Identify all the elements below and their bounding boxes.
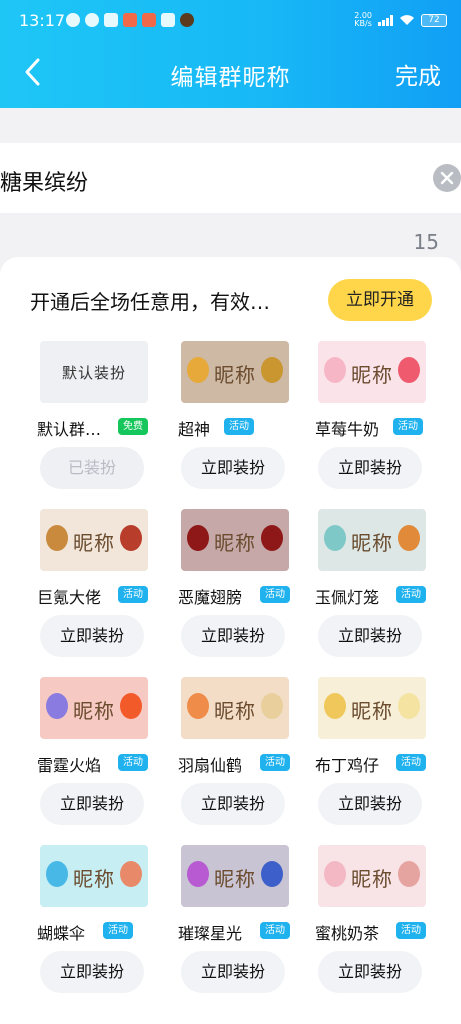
style-name: 布丁鸡仔	[315, 756, 380, 775]
preview-text: 昵称	[351, 867, 393, 891]
status-badge: 活动	[396, 586, 426, 603]
apply-style-button[interactable]: 立即装扮	[181, 783, 285, 825]
app-notification-icon	[142, 13, 156, 27]
status-badge: 活动	[118, 754, 148, 771]
clear-button[interactable]	[433, 164, 461, 192]
style-preview-card[interactable]: 昵称	[318, 509, 426, 571]
style-preview-card[interactable]: 昵称	[181, 677, 289, 739]
style-item[interactable]: 默认装扮默认群… 免费已装扮	[37, 341, 177, 501]
app-notification-icon	[85, 13, 99, 27]
style-preview-card[interactable]: 昵称	[318, 677, 426, 739]
apply-style-button[interactable]: 立即装扮	[181, 951, 285, 993]
apply-style-button[interactable]: 立即装扮	[318, 615, 422, 657]
network-speed: 2.00 KB/s	[354, 11, 372, 28]
style-name: 璀璨星光	[178, 924, 243, 943]
status-badge: 活动	[118, 586, 148, 603]
apply-style-button[interactable]: 立即装扮	[40, 615, 144, 657]
apply-style-button[interactable]: 立即装扮	[181, 447, 285, 489]
apply-style-button[interactable]: 立即装扮	[318, 783, 422, 825]
style-preview-card[interactable]: 昵称	[40, 509, 148, 571]
notification-icons	[66, 13, 194, 27]
style-name: 蝴蝶伞	[37, 924, 86, 943]
status-time: 13:17	[19, 11, 66, 30]
preview-text: 昵称	[351, 363, 393, 387]
app-notification-icon	[66, 13, 80, 27]
preview-text: 默认装扮	[61, 364, 126, 382]
style-name: 巨氪大佬	[37, 588, 102, 607]
style-item[interactable]: 昵称草莓牛奶 活动立即装扮	[315, 341, 455, 501]
style-preview-card[interactable]: 昵称	[40, 845, 148, 907]
status-right: 2.00 KB/s 72	[354, 12, 447, 28]
app-notification-icon	[123, 13, 137, 27]
style-preview-card[interactable]: 昵称	[181, 341, 289, 403]
style-item[interactable]: 昵称玉佩灯笼 活动立即装扮	[315, 509, 455, 669]
style-preview-card[interactable]: 昵称	[318, 845, 426, 907]
style-name: 蜜桃奶茶	[315, 924, 380, 943]
style-preview-card[interactable]: 昵称	[40, 677, 148, 739]
status-badge: 活动	[260, 754, 290, 771]
apply-style-button[interactable]: 立即装扮	[181, 615, 285, 657]
style-item[interactable]: 昵称雷霆火焰 活动立即装扮	[37, 677, 177, 837]
preview-text: 昵称	[351, 531, 393, 555]
signal-icon	[378, 14, 393, 26]
promo-text: 开通后全场任意用，有效…	[30, 290, 270, 314]
status-badge: 活动	[393, 418, 423, 435]
preview-text: 昵称	[214, 867, 256, 891]
style-name: 雷霆火焰	[37, 756, 102, 775]
close-icon	[440, 171, 454, 185]
app-notification-icon	[180, 13, 194, 27]
apply-style-button[interactable]: 立即装扮	[318, 447, 422, 489]
preview-text: 昵称	[214, 363, 256, 387]
battery-icon: 72	[421, 13, 447, 27]
status-badge: 活动	[260, 586, 290, 603]
open-membership-button[interactable]: 立即开通	[328, 279, 432, 321]
style-name: 默认群…	[37, 420, 102, 439]
preview-text: 昵称	[214, 699, 256, 723]
preview-text: 昵称	[73, 699, 115, 723]
style-name: 恶魔翅膀	[178, 588, 243, 607]
style-name: 超神	[178, 420, 211, 439]
header-bar: 13:17 2.00 KB/s 72 编辑群昵称 完成	[0, 0, 461, 108]
nickname-input-row: 糖果缤纷	[0, 143, 461, 213]
done-button[interactable]: 完成	[395, 57, 441, 91]
apply-style-button[interactable]: 立即装扮	[40, 783, 144, 825]
telegram-icon	[104, 13, 118, 27]
preview-text: 昵称	[214, 531, 256, 555]
page-title: 编辑群昵称	[170, 65, 291, 91]
style-item[interactable]: 昵称恶魔翅膀 活动立即装扮	[178, 509, 318, 669]
preview-text: 昵称	[73, 867, 115, 891]
status-badge: 活动	[260, 922, 290, 939]
style-item[interactable]: 昵称蝴蝶伞 活动立即装扮	[37, 845, 177, 1005]
style-name: 羽扇仙鹤	[178, 756, 243, 775]
style-name: 玉佩灯笼	[315, 588, 380, 607]
style-item[interactable]: 昵称巨氪大佬 活动立即装扮	[37, 509, 177, 669]
style-item[interactable]: 昵称布丁鸡仔 活动立即装扮	[315, 677, 455, 837]
style-preview-card[interactable]: 默认装扮	[40, 341, 148, 403]
style-item[interactable]: 昵称蜜桃奶茶 活动立即装扮	[315, 845, 455, 1005]
status-badge: 活动	[396, 754, 426, 771]
style-item[interactable]: 昵称璀璨星光 活动立即装扮	[178, 845, 318, 1005]
status-badge: 活动	[224, 418, 254, 435]
status-badge: 活动	[396, 922, 426, 939]
status-badge: 免费	[118, 418, 148, 435]
style-item[interactable]: 昵称羽扇仙鹤 活动立即装扮	[178, 677, 318, 837]
char-counter: 15	[413, 230, 439, 254]
style-name: 草莓牛奶	[315, 420, 380, 439]
style-preview-card[interactable]: 昵称	[318, 341, 426, 403]
preview-text: 昵称	[73, 531, 115, 555]
app-notification-icon	[161, 13, 175, 27]
style-item[interactable]: 昵称超神 活动立即装扮	[178, 341, 318, 501]
applied-button[interactable]: 已装扮	[40, 447, 144, 489]
preview-text: 昵称	[351, 699, 393, 723]
wifi-icon	[400, 15, 414, 25]
nickname-input[interactable]: 糖果缤纷	[0, 165, 88, 197]
status-bar: 13:17 2.00 KB/s 72	[0, 0, 461, 42]
apply-style-button[interactable]: 立即装扮	[318, 951, 422, 993]
apply-style-button[interactable]: 立即装扮	[40, 951, 144, 993]
status-badge: 活动	[103, 922, 133, 939]
style-preview-card[interactable]: 昵称	[181, 509, 289, 571]
style-preview-card[interactable]: 昵称	[181, 845, 289, 907]
